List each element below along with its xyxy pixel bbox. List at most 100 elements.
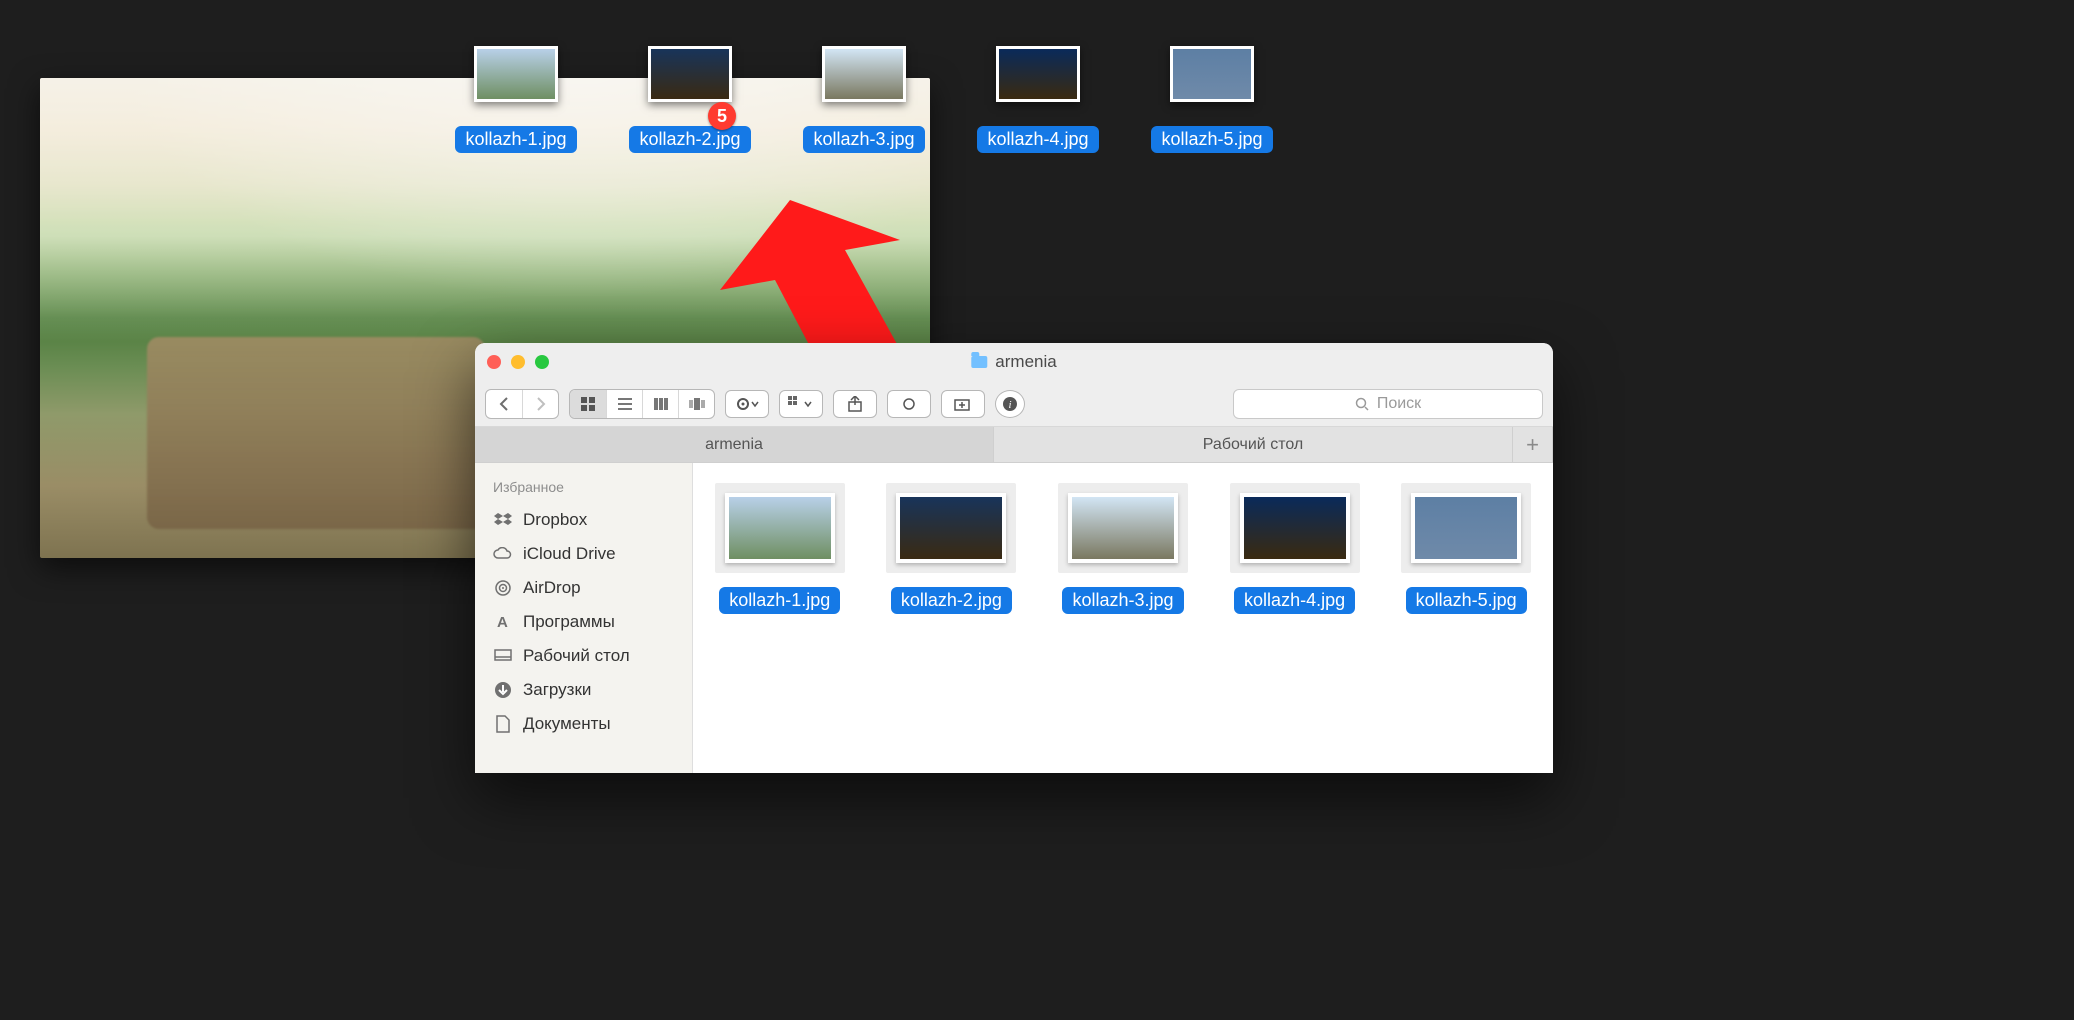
dragged-file[interactable]: 5 kollazh-2.jpg — [648, 46, 732, 153]
chevron-left-icon — [499, 397, 509, 411]
cloud-icon — [493, 544, 513, 564]
tab-bar: armenia Рабочий стол + — [475, 427, 1553, 463]
window-title-text: armenia — [995, 352, 1056, 372]
sidebar-section-header: Избранное — [493, 479, 692, 495]
toolbar: i Поиск — [475, 381, 1553, 427]
folder-icon — [971, 356, 987, 368]
file-label: kollazh-3.jpg — [803, 126, 924, 153]
forward-button[interactable] — [522, 390, 558, 418]
dragged-file[interactable]: kollazh-5.jpg — [1170, 46, 1254, 153]
finder-window: armenia — [475, 343, 1553, 773]
search-icon — [1355, 397, 1369, 411]
tab-desktop[interactable]: Рабочий стол — [994, 427, 1513, 462]
file-item[interactable]: kollazh-5.jpg — [1397, 483, 1535, 614]
file-label: kollazh-1.jpg — [455, 126, 576, 153]
arrange-menu-button[interactable] — [779, 390, 823, 418]
file-label: kollazh-3.jpg — [1062, 587, 1183, 614]
gear-icon — [735, 396, 759, 412]
file-label: kollazh-1.jpg — [719, 587, 840, 614]
image-thumbnail — [1068, 493, 1178, 563]
svg-text:i: i — [1008, 399, 1011, 411]
file-label: kollazh-2.jpg — [891, 587, 1012, 614]
file-item[interactable]: kollazh-4.jpg — [1226, 483, 1364, 614]
sidebar-item-label: Рабочий стол — [523, 646, 630, 666]
sidebar-item-label: Программы — [523, 612, 615, 632]
close-button[interactable] — [487, 355, 501, 369]
tab-label: armenia — [705, 436, 763, 454]
info-button[interactable]: i — [995, 390, 1025, 418]
airdrop-icon — [493, 578, 513, 598]
quicklook-button[interactable] — [941, 390, 985, 418]
image-thumbnail — [1170, 46, 1254, 102]
icon-view-button[interactable] — [570, 390, 606, 418]
image-thumbnail — [822, 46, 906, 102]
tags-button[interactable] — [887, 390, 931, 418]
sidebar-item-label: Dropbox — [523, 510, 587, 530]
sidebar-item-applications[interactable]: A Программы — [489, 605, 692, 639]
search-placeholder: Поиск — [1377, 395, 1421, 413]
plus-icon: + — [1526, 432, 1539, 458]
dropbox-icon — [493, 510, 513, 530]
sidebar-item-downloads[interactable]: Загрузки — [489, 673, 692, 707]
window-title: armenia — [971, 352, 1056, 372]
applications-icon: A — [493, 612, 513, 632]
arrange-icon — [788, 396, 814, 412]
sidebar-item-label: Загрузки — [523, 680, 591, 700]
svg-text:A: A — [497, 614, 508, 631]
file-item[interactable]: kollazh-2.jpg — [883, 483, 1021, 614]
file-label: kollazh-4.jpg — [1234, 587, 1355, 614]
sidebar: Избранное Dropbox iCloud Drive AirDrop A… — [475, 463, 693, 773]
chevron-right-icon — [536, 397, 546, 411]
image-thumbnail — [1240, 493, 1350, 563]
share-icon — [848, 396, 862, 412]
columns-icon — [654, 398, 668, 410]
dragged-file[interactable]: kollazh-4.jpg — [996, 46, 1080, 153]
sidebar-item-desktop[interactable]: Рабочий стол — [489, 639, 692, 673]
image-thumbnail — [996, 46, 1080, 102]
sidebar-item-icloud[interactable]: iCloud Drive — [489, 537, 692, 571]
image-thumbnail — [725, 493, 835, 563]
tab-armenia[interactable]: armenia — [475, 427, 994, 462]
image-thumbnail — [474, 46, 558, 102]
file-label: kollazh-5.jpg — [1151, 126, 1272, 153]
new-tab-button[interactable]: + — [1513, 427, 1553, 462]
search-input[interactable]: Поиск — [1233, 389, 1543, 419]
desktop-icon — [493, 646, 513, 666]
zoom-button[interactable] — [535, 355, 549, 369]
file-item[interactable]: kollazh-3.jpg — [1054, 483, 1192, 614]
share-button[interactable] — [833, 390, 877, 418]
list-icon — [618, 398, 632, 410]
sidebar-item-label: AirDrop — [523, 578, 581, 598]
image-thumbnail — [1411, 493, 1521, 563]
file-item[interactable]: kollazh-1.jpg — [711, 483, 849, 614]
dragged-file[interactable]: kollazh-3.jpg — [822, 46, 906, 153]
grid-icon — [581, 397, 595, 411]
drag-count-badge: 5 — [708, 102, 736, 130]
back-button[interactable] — [486, 390, 522, 418]
sidebar-item-label: iCloud Drive — [523, 544, 616, 564]
image-thumbnail — [648, 46, 732, 102]
documents-icon — [493, 714, 513, 734]
list-view-button[interactable] — [606, 390, 642, 418]
tag-icon — [901, 397, 917, 411]
sidebar-item-documents[interactable]: Документы — [489, 707, 692, 741]
info-icon: i — [1002, 396, 1018, 412]
file-label: kollazh-5.jpg — [1406, 587, 1527, 614]
gallery-icon — [689, 398, 705, 410]
dragged-file[interactable]: kollazh-1.jpg — [474, 46, 558, 153]
sidebar-item-airdrop[interactable]: AirDrop — [489, 571, 692, 605]
gallery-view-button[interactable] — [678, 390, 714, 418]
file-label: kollazh-4.jpg — [977, 126, 1098, 153]
new-folder-icon — [954, 397, 972, 411]
minimize-button[interactable] — [511, 355, 525, 369]
file-label: kollazh-2.jpg — [629, 126, 750, 153]
titlebar[interactable]: armenia — [475, 343, 1553, 381]
file-grid[interactable]: kollazh-1.jpg kollazh-2.jpg kollazh-3.jp… — [693, 463, 1553, 773]
nav-buttons — [485, 389, 559, 419]
action-menu-button[interactable] — [725, 390, 769, 418]
sidebar-item-label: Документы — [523, 714, 611, 734]
column-view-button[interactable] — [642, 390, 678, 418]
sidebar-item-dropbox[interactable]: Dropbox — [489, 503, 692, 537]
tab-label: Рабочий стол — [1203, 436, 1303, 454]
image-thumbnail — [896, 493, 1006, 563]
